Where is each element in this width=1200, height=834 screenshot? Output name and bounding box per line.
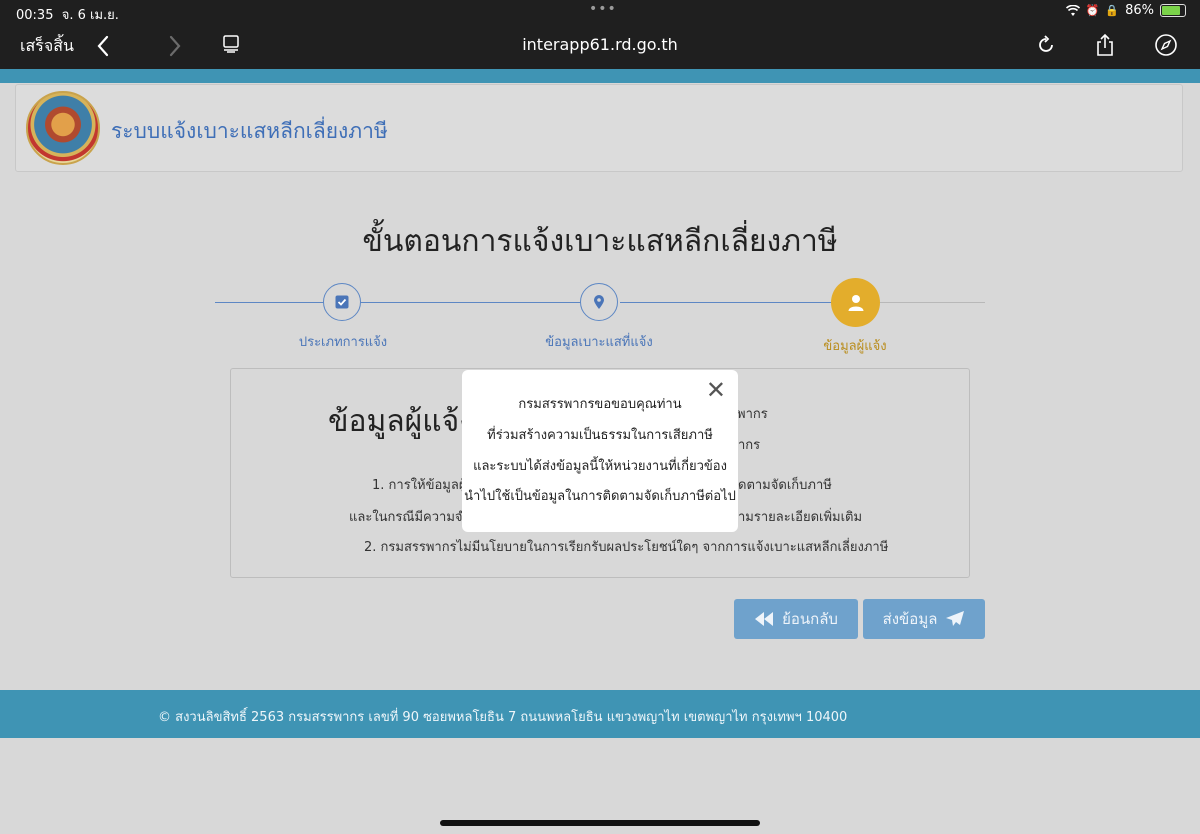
site-header: ระบบแจ้งเบาะแสหลีกเลี่ยงภาษี — [15, 84, 1183, 172]
multitask-dots[interactable]: ••• — [589, 1, 617, 17]
site-footer: © สงวนลิขสิทธิ์ 2563 กรมสรรพากร เลขที่ 9… — [0, 690, 1200, 738]
panel-text: ากร — [738, 438, 761, 453]
share-icon[interactable] — [1093, 33, 1117, 57]
step-1-indicator — [323, 283, 361, 321]
browser-toolbar: เสร็จสิ้น interapp61.rd.go.th — [0, 24, 1200, 69]
panel-text: 1. การให้ข้อมูลผู้แ — [372, 478, 475, 493]
panel-text: พากร — [737, 407, 768, 422]
footer-copyright: © สงวนลิขสิทธิ์ 2563 กรมสรรพากร เลขที่ 9… — [158, 710, 848, 725]
alarm-icon: ⏰ — [1085, 4, 1100, 17]
map-pin-icon — [594, 295, 604, 309]
user-icon — [848, 294, 863, 311]
compass-icon[interactable] — [1154, 33, 1178, 57]
address-bar[interactable]: interapp61.rd.go.th — [0, 35, 1200, 54]
step-3-label: ข้อมูลผู้แจ้ง — [823, 339, 887, 354]
site-title[interactable]: ระบบแจ้งเบาะแสหลีกเลี่ยงภาษี — [111, 115, 388, 148]
page-title: ขั้นตอนการแจ้งเบาะแสหลีกเลี่ยงภาษี — [362, 224, 838, 259]
modal-message-line: นำไปใช้เป็นข้อมูลในการติดตามจัดเก็บภาษีต… — [464, 489, 736, 504]
panel-text: ามรายละเอียดเพิ่มเติม — [738, 510, 863, 525]
send-button[interactable]: ส่งข้อมูล — [863, 599, 985, 639]
panel-title: ข้อมูลผู้แจ้ง — [328, 404, 474, 439]
top-accent-strip — [0, 69, 1200, 83]
step-connector — [215, 302, 587, 303]
check-square-icon — [335, 295, 349, 309]
wifi-icon — [1065, 4, 1080, 16]
panel-text: ดตามจัดเก็บภาษี — [738, 478, 832, 493]
panel-text: 2. กรมสรรพากรไม่มีนโยบายในการเรียกรับผลป… — [364, 540, 889, 555]
step-connector — [620, 302, 832, 303]
status-bar: 00:35 จ. 6 เม.ย. ••• ⏰ 🔒 86% — [0, 0, 1200, 24]
step-1-label: ประเภทการแจ้ง — [298, 335, 388, 350]
modal-message-line: และระบบได้ส่งข้อมูลนี้ให้หน่วยงานที่เกี่… — [473, 459, 727, 474]
rewind-icon — [755, 612, 774, 626]
step-2-indicator — [580, 283, 618, 321]
paper-plane-icon — [946, 611, 965, 626]
thank-you-modal: ✕ กรมสรรพากรขอขอบคุณท่าน ที่ร่วมสร้างควา… — [462, 370, 738, 532]
back-button-label: ย้อนกลับ — [782, 610, 838, 628]
status-time: 00:35 จ. 6 เม.ย. — [16, 8, 119, 23]
modal-message-line: ที่ร่วมสร้างความเป็นธรรมในการเสียภาษี — [487, 428, 713, 443]
back-button[interactable]: ย้อนกลับ — [734, 599, 858, 639]
rotation-lock-icon: 🔒 — [1105, 4, 1120, 17]
battery-icon — [1160, 4, 1186, 17]
battery-percent: 86% — [1125, 3, 1154, 18]
revenue-department-logo — [26, 91, 100, 165]
modal-message-line: กรมสรรพากรขอขอบคุณท่าน — [518, 397, 682, 412]
status-right: ⏰ 🔒 86% — [1065, 3, 1186, 18]
step-connector — [880, 302, 985, 303]
reload-icon[interactable] — [1034, 33, 1058, 57]
send-button-label: ส่งข้อมูล — [882, 610, 938, 628]
step-3-indicator — [831, 278, 880, 327]
step-2-label: ข้อมูลเบาะแสที่แจ้ง — [545, 335, 653, 350]
home-indicator[interactable] — [440, 820, 760, 826]
